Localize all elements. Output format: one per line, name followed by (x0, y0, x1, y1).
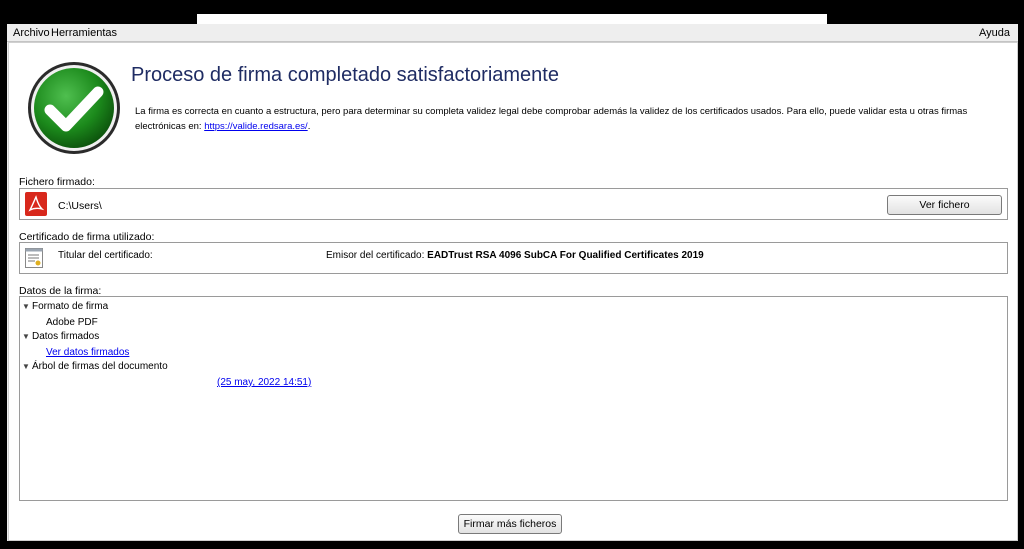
emisor-value: EADTrust RSA 4096 SubCA For Qualified Ce… (427, 250, 704, 261)
main-panel: Proceso de firma completado satisfactori… (8, 42, 1018, 541)
valide-link[interactable]: https://valide.redsara.es/ (204, 121, 308, 132)
emisor-label: Emisor del certificado: (326, 250, 428, 261)
tree-node-signature-tree[interactable]: ▼ Árbol de firmas del documento (22, 361, 168, 372)
view-signed-data-link[interactable]: Ver datos firmados (46, 347, 129, 358)
certificate-emisor: Emisor del certificado: EADTrust RSA 409… (326, 250, 704, 261)
tree-heading: Árbol de firmas del documento (32, 361, 168, 372)
signed-data-heading: Datos firmados (32, 331, 100, 342)
tree-node-signed-data[interactable]: ▼ Datos firmados (22, 331, 99, 342)
view-file-button[interactable]: Ver fichero (887, 195, 1002, 215)
menu-archivo[interactable]: Archivo (13, 27, 50, 39)
sign-more-files-button[interactable]: Firmar más ficheros (458, 514, 562, 534)
page-title: Proceso de firma completado satisfactori… (131, 64, 559, 86)
format-heading: Formato de firma (32, 301, 109, 312)
file-section-label: Fichero firmado: (19, 176, 95, 188)
file-box: C:\Users\ Ver fichero (19, 188, 1008, 220)
certificate-icon (25, 248, 43, 268)
tree-leaf-format: Adobe PDF (46, 317, 98, 328)
certificate-box: Titular del certificado: Emisor del cert… (19, 242, 1008, 274)
expand-triangle-icon[interactable]: ▼ (22, 332, 32, 341)
menu-bar: Archivo Herramientas Ayuda (7, 24, 1018, 42)
signature-tree: ▼ Formato de firma Adobe PDF ▼ Datos firma… (19, 296, 1008, 501)
app-window: Archivo Herramientas Ayuda Proceso de fi… (7, 24, 1018, 541)
tree-node-format[interactable]: ▼ Formato de firma (22, 301, 108, 312)
description-suffix: . (307, 121, 311, 132)
top-strip (197, 14, 827, 24)
menu-ayuda[interactable]: Ayuda (979, 27, 1010, 39)
menu-herramientas[interactable]: Herramientas (51, 27, 117, 39)
file-path: C:\Users\ (58, 200, 102, 212)
signature-entry-link[interactable]: (25 may, 2022 14:51) (217, 377, 311, 388)
certificate-titular: Titular del certificado: (58, 250, 153, 261)
expand-triangle-icon[interactable]: ▼ (22, 302, 32, 311)
pdf-icon (25, 192, 47, 216)
success-check-icon (28, 62, 120, 154)
expand-triangle-icon[interactable]: ▼ (22, 362, 32, 371)
description-text: La firma es correcta en cuanto a estruct… (135, 104, 995, 134)
